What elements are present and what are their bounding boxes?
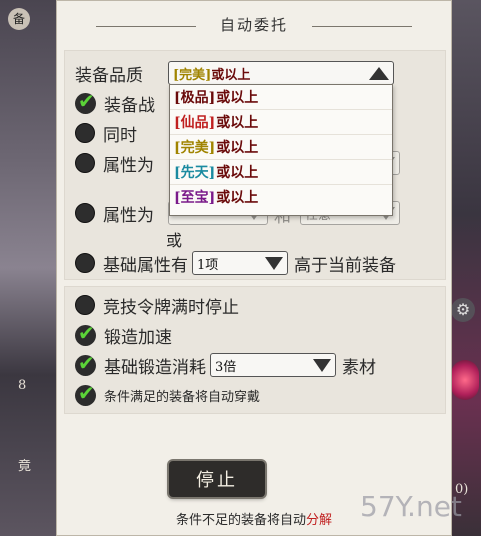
quality-label: 装备品质 (75, 65, 143, 86)
forge-speed-row: ✔ 锻造加速 (75, 321, 172, 349)
forge-cost-value: 3倍 (215, 359, 237, 375)
quality-option[interactable]: [极品] 或以上 (170, 85, 392, 110)
base-attr-radio[interactable] (75, 253, 95, 273)
quality-dropdown-list: [极品] 或以上 [仙品] 或以上 [完美] 或以上 [先天] 或以上 [至宝] 或以上 (169, 84, 393, 216)
arena-stop-radio[interactable] (75, 295, 95, 315)
checkmark-icon: ✔ (78, 380, 95, 405)
site-watermark: 57Y.net (360, 490, 462, 523)
quality-option[interactable]: [至宝] 或以上 (170, 185, 392, 209)
side-label-2: 竟 (18, 459, 32, 474)
forge-cost-tail: 素材 (342, 357, 376, 378)
checkmark-icon: ✔ (78, 88, 95, 113)
forge-cost-row: ✔ 基础锻造消耗 3倍 素材 (75, 351, 376, 379)
gear-icon[interactable]: ⚙ (451, 298, 475, 322)
same-row: 同时 (75, 119, 137, 147)
auto-equip-checkbox[interactable]: ✔ (75, 381, 96, 406)
arena-stop-row: 竞技令牌满时停止 (75, 291, 239, 319)
red-orb-icon[interactable] (451, 360, 479, 400)
chevron-up-icon (369, 66, 389, 80)
attr1-label: 属性为 (103, 155, 154, 176)
or-label: 或 (166, 231, 183, 250)
base-attr-tail: 高于当前装备 (294, 255, 396, 276)
checkmark-icon: ✔ (78, 320, 95, 345)
chevron-down-icon (265, 256, 283, 270)
score-label: 装备战 (104, 95, 155, 116)
checkmark-icon: ✔ (78, 350, 95, 375)
forge-cost-checkbox[interactable]: ✔ (75, 351, 96, 376)
forge-speed-label: 锻造加速 (104, 327, 172, 348)
base-attr-select[interactable]: 1项 (192, 251, 288, 275)
score-checkbox[interactable]: ✔ (75, 89, 96, 114)
panel-header: 自动委托 (56, 14, 452, 38)
panel-title: 自动委托 (219, 16, 288, 34)
chevron-down-icon (313, 358, 331, 372)
quality-option[interactable]: [完美] 或以上 (170, 135, 392, 160)
same-radio[interactable] (75, 123, 95, 143)
auto-commission-panel: 自动委托 装备品质 [完美]或以上 ✔ 装备战 止 同时 属性为 和 任意 (56, 0, 452, 536)
arena-stop-label: 竞技令牌满时停止 (103, 297, 239, 318)
base-attr-value: 1项 (197, 257, 219, 273)
stop-button[interactable]: 停止 (169, 461, 265, 497)
attr1-row: 属性为 (75, 149, 154, 177)
attr2-label: 属性为 (103, 205, 154, 226)
quality-option[interactable]: [仙品] 或以上 (170, 110, 392, 135)
quality-selected: [完美]或以上 (173, 67, 251, 83)
auto-equip-row: ✔ 条件满足的装备将自动穿戴 (75, 381, 260, 409)
base-attr-row: 基础属性有 1项 高于当前装备 (75, 249, 396, 277)
options-box: 竞技令牌满时停止 ✔ 锻造加速 ✔ 基础锻造消耗 3倍 素材 ✔ 条件满足的装备… (64, 286, 446, 414)
forge-speed-checkbox[interactable]: ✔ (75, 321, 96, 346)
attr2-row: 属性为 (75, 199, 154, 227)
quality-row: 装备品质 (75, 59, 143, 87)
side-badge: 备 (8, 8, 30, 30)
game-background-right (451, 0, 481, 536)
attr1-radio[interactable] (75, 153, 95, 173)
base-attr-label: 基础属性有 (103, 255, 188, 276)
side-label-1: 8 (18, 378, 27, 393)
auto-equip-label: 条件满足的装备将自动穿戴 (104, 389, 261, 405)
quality-option[interactable]: [先天] 或以上 (170, 160, 392, 185)
attr2-radio[interactable] (75, 203, 95, 223)
quality-select[interactable]: [完美]或以上 (168, 61, 394, 85)
forge-cost-select[interactable]: 3倍 (210, 353, 336, 377)
same-label: 同时 (103, 125, 137, 146)
forge-cost-label: 基础锻造消耗 (104, 357, 206, 378)
